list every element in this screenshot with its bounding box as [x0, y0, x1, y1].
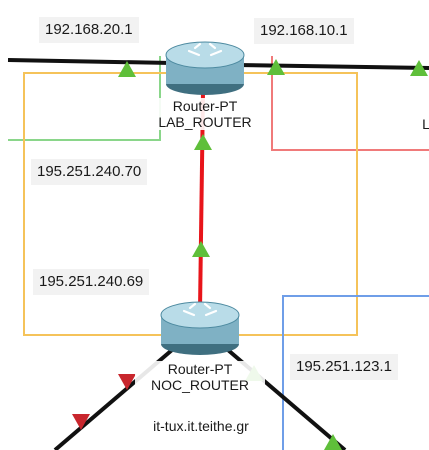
- router-icon[interactable]: [165, 41, 245, 95]
- ethernet-link-lab-right[interactable]: [235, 63, 429, 70]
- port-up-icon: [192, 241, 210, 257]
- lab-router-label[interactable]: Router-PT LAB_ROUTER: [140, 98, 270, 130]
- partial-device-label: L: [422, 116, 429, 132]
- device-model: Router-PT: [167, 361, 233, 377]
- ip-label-lab-left: 192.168.20.1: [39, 17, 139, 43]
- ip-label-lab-right: 192.168.10.1: [254, 18, 354, 44]
- noc-router-label[interactable]: Router-PT NOC_ROUTER: [135, 361, 265, 393]
- device-model: Router-PT: [172, 98, 238, 114]
- device-name: LAB_ROUTER: [158, 114, 252, 130]
- ethernet-link-lab-left[interactable]: [7, 58, 173, 65]
- ip-label-lab-bottom: 195.251.240.70: [31, 159, 148, 185]
- ip-label-noc-right: 195.251.123.1: [290, 354, 398, 380]
- router-icon[interactable]: [160, 301, 240, 355]
- ip-label-noc-top: 195.251.240.69: [33, 269, 150, 295]
- green-area-outline: [8, 56, 161, 141]
- red-area-outline: [271, 56, 429, 151]
- device-name: NOC_ROUTER: [150, 377, 249, 393]
- port-up-icon: [194, 134, 212, 150]
- host-label: it-tux.it.teithe.gr: [132, 418, 270, 434]
